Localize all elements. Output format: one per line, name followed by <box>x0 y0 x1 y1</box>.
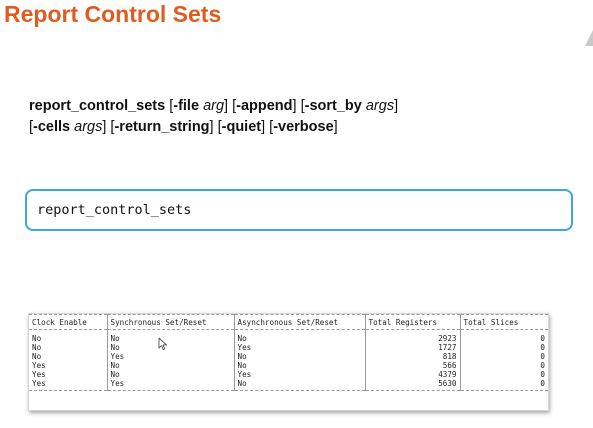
table-cell: No <box>233 329 365 343</box>
table-cell: No <box>233 352 365 361</box>
table-cell: No <box>106 343 234 352</box>
column-header: Total Registers <box>364 314 460 330</box>
table-row: No No No 2923 0 <box>29 329 548 343</box>
table-cell: 0 <box>459 370 548 379</box>
table-cell: No <box>106 361 234 370</box>
syntax-option-cells: -cells <box>33 119 71 135</box>
table-row: Yes No Yes 4379 0 <box>29 370 548 379</box>
table-cell: 5630 <box>364 379 460 391</box>
table-cell: Yes <box>106 352 234 361</box>
syntax-command: report_control_sets <box>29 98 166 114</box>
table-cell: 566 <box>364 361 460 370</box>
table-row: Yes No No 566 0 <box>29 361 548 370</box>
table-cell: No <box>32 352 42 361</box>
table-cell: Yes <box>106 379 234 391</box>
corner-decoration <box>585 30 593 46</box>
table-cell: No <box>32 334 42 343</box>
report-table-screenshot: Clock Enable Synchronous Set/Reset Async… <box>28 313 549 411</box>
report-table: Clock Enable Synchronous Set/Reset Async… <box>29 314 548 391</box>
table-cell: 0 <box>459 329 548 343</box>
table-cell: 0 <box>459 361 548 370</box>
slide-title: Report Control Sets <box>4 1 222 27</box>
column-header: Total Slices <box>459 314 548 330</box>
table-cell: Yes <box>233 370 365 379</box>
table-cell: 818 <box>364 352 460 361</box>
column-header: Synchronous Set/Reset <box>106 314 234 330</box>
table-cell: Yes <box>29 379 107 391</box>
table-cell: 4379 <box>364 370 460 379</box>
syntax-option-append: -append <box>236 98 293 114</box>
table-row: No No Yes 1727 0 <box>29 343 548 352</box>
syntax-option-quiet: -quiet <box>221 119 262 135</box>
table-cell: 1727 <box>364 343 460 352</box>
mouse-pointer-icon <box>158 337 167 351</box>
syntax-option-sort-by: -sort_by <box>304 98 362 114</box>
syntax-option-return-string: -return_string <box>114 119 210 135</box>
command-example-box: report_control_sets <box>25 189 573 231</box>
table-cell: No <box>106 370 234 379</box>
syntax-option-verbose: -verbose <box>273 119 334 135</box>
table-cell: No <box>106 329 234 343</box>
column-header: Clock Enable <box>29 314 107 330</box>
table-cell: Yes <box>233 343 365 352</box>
table-cell: 2923 <box>364 329 460 343</box>
table-cell: 0 <box>459 352 548 361</box>
table-cell: No <box>233 379 365 391</box>
command-example-text: report_control_sets <box>37 202 192 218</box>
table-cell: No <box>32 343 42 352</box>
table-row: No Yes No 818 0 <box>29 352 548 361</box>
table-header-row: Clock Enable Synchronous Set/Reset Async… <box>29 314 548 330</box>
column-header: Asynchronous Set/Reset <box>233 314 365 330</box>
table-cell: Yes <box>32 370 46 379</box>
table-cell: No <box>233 361 365 370</box>
command-syntax: report_control_sets [-file arg] [-append… <box>29 98 399 135</box>
table-cell: 0 <box>459 343 548 352</box>
table-row: Yes Yes No 5630 0 <box>29 379 548 391</box>
syntax-arg-cells: args <box>74 119 103 135</box>
table-cell: 0 <box>459 379 548 391</box>
syntax-arg-file: arg <box>203 98 225 114</box>
syntax-option-file: -file <box>173 98 200 114</box>
table-cell: Yes <box>32 361 46 370</box>
syntax-arg-sort-by: args <box>365 98 395 114</box>
